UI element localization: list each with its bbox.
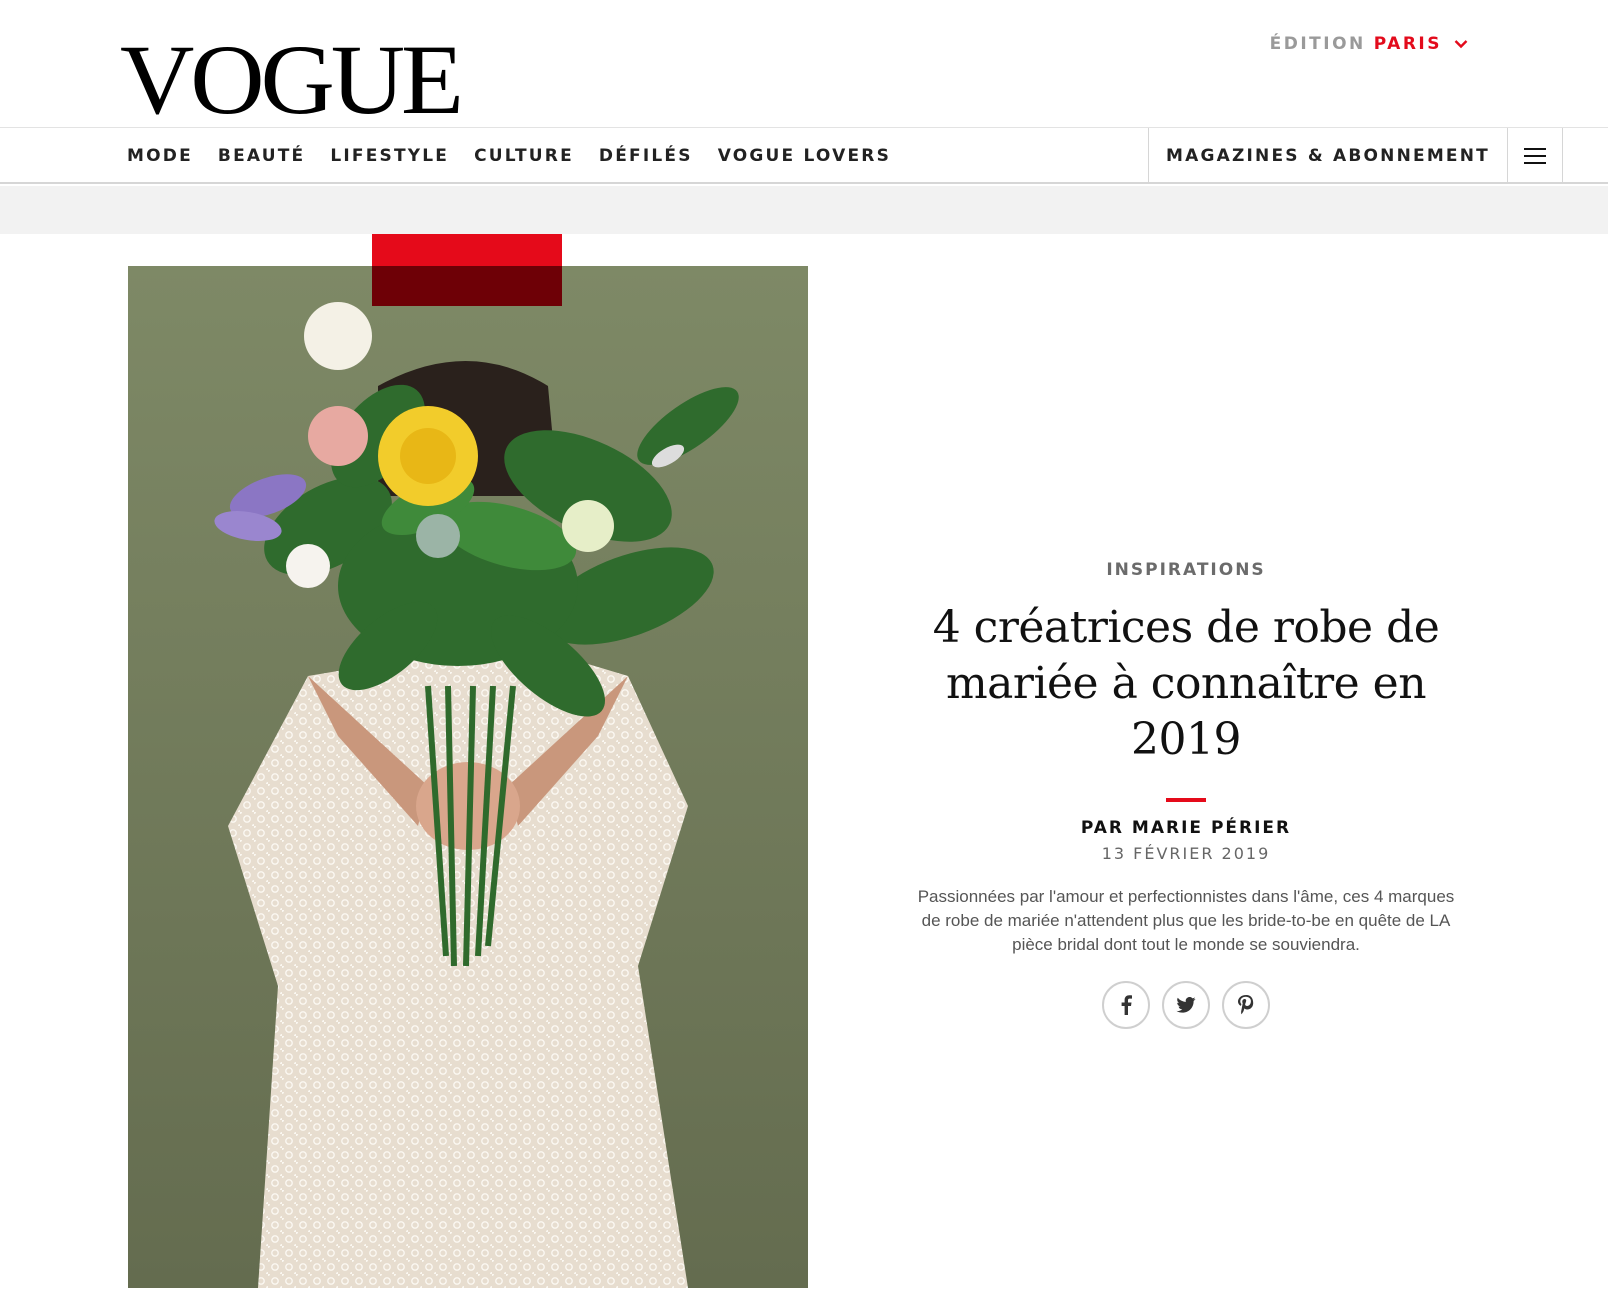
chevron-down-icon[interactable] — [1454, 39, 1468, 49]
nav-list: MODE BEAUTÉ LIFESTYLE CULTURE DÉFILÉS VO… — [127, 128, 891, 184]
pinterest-share-button[interactable] — [1222, 981, 1270, 1029]
bride-bouquet-photo — [128, 266, 808, 1288]
nav-item-beaute[interactable]: BEAUTÉ — [218, 146, 305, 166]
ad-band — [0, 186, 1608, 234]
article-date: 13 FÉVRIER 2019 — [1101, 844, 1271, 863]
edition-label: ÉDITION — [1269, 34, 1366, 54]
site-header: VOGUE ÉDITION PARIS — [0, 0, 1608, 130]
facebook-icon — [1121, 995, 1132, 1015]
nav-item-defiles[interactable]: DÉFILÉS — [599, 146, 693, 166]
vogue-logo[interactable]: VOGUE — [120, 30, 464, 130]
hamburger-menu-icon — [1523, 148, 1546, 164]
magazines-subscription-link[interactable]: MAGAZINES & ABONNEMENT — [1148, 128, 1507, 184]
edition-city[interactable]: PARIS — [1374, 34, 1442, 54]
article-author[interactable]: PAR MARIE PÉRIER — [900, 818, 1472, 838]
twitter-icon — [1176, 997, 1196, 1013]
article-title: 4 créatrices de robe de mariée à connaît… — [932, 602, 1440, 765]
article-dek: Passionnées par l'amour et perfectionnis… — [917, 887, 1455, 954]
edition-selector[interactable]: ÉDITION PARIS — [1270, 34, 1468, 54]
category-tag — [372, 234, 562, 306]
hero-image — [128, 266, 808, 1288]
nav-item-mode[interactable]: MODE — [127, 146, 193, 166]
article-category[interactable]: INSPIRATIONS — [900, 560, 1472, 580]
divider — [1166, 798, 1206, 802]
nav-item-culture[interactable]: CULTURE — [474, 146, 574, 166]
nav-right: MAGAZINES & ABONNEMENT — [1148, 128, 1563, 184]
nav-item-vogue-lovers[interactable]: VOGUE LOVERS — [718, 146, 891, 166]
main-navigation: MODE BEAUTÉ LIFESTYLE CULTURE DÉFILÉS VO… — [0, 128, 1608, 184]
pinterest-icon — [1238, 995, 1254, 1015]
nav-item-lifestyle[interactable]: LIFESTYLE — [330, 146, 449, 166]
twitter-share-button[interactable] — [1162, 981, 1210, 1029]
share-buttons — [900, 981, 1472, 1029]
facebook-share-button[interactable] — [1102, 981, 1150, 1029]
article-header: INSPIRATIONS 4 créatrices de robe de mar… — [900, 560, 1472, 1029]
menu-button[interactable] — [1506, 128, 1563, 184]
